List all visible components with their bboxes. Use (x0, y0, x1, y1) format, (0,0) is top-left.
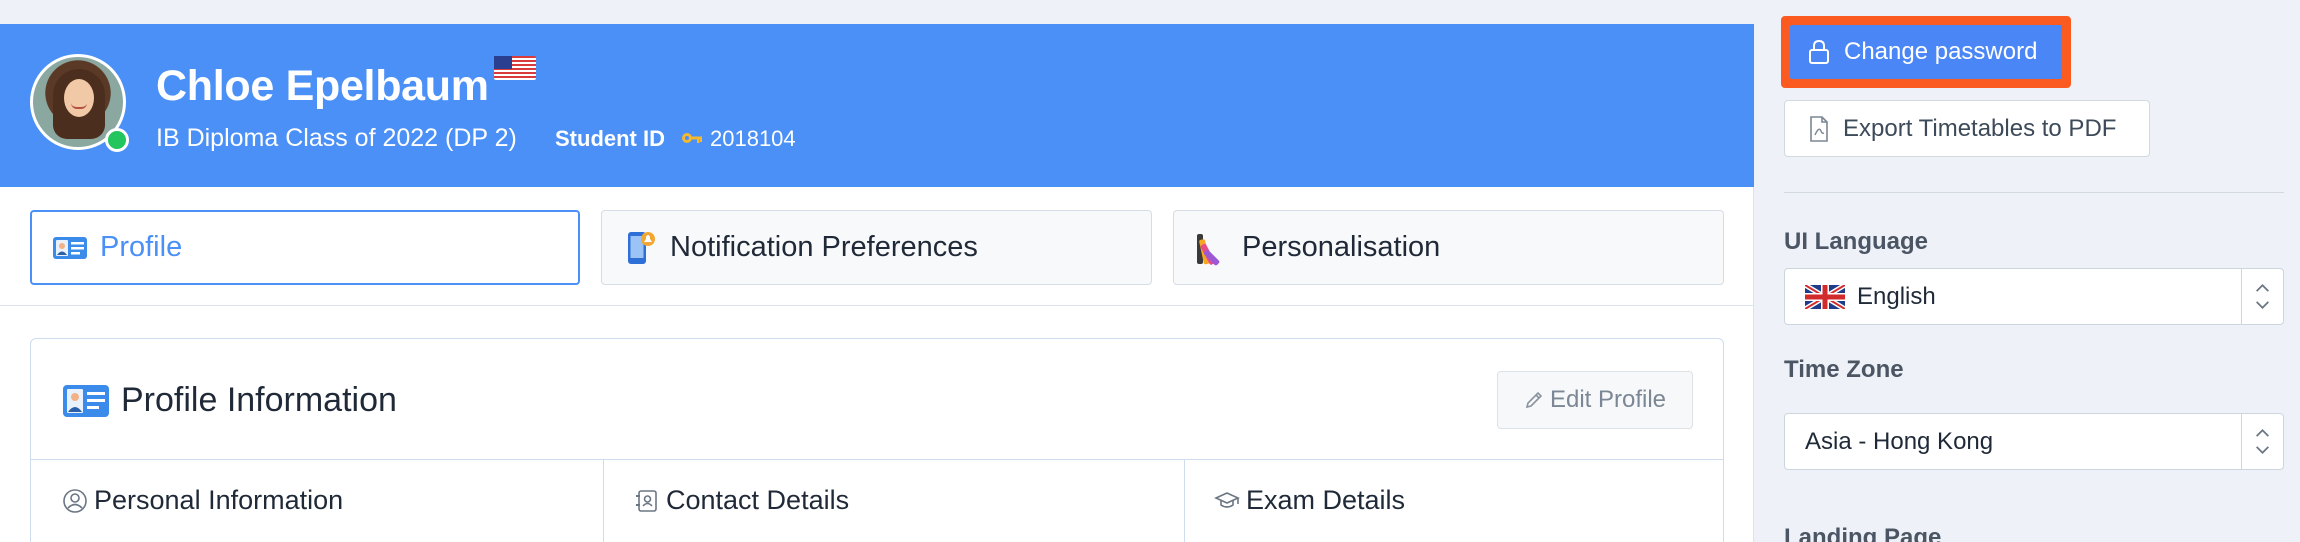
lock-icon (1809, 39, 1829, 64)
online-status-icon (105, 128, 129, 152)
ui-language-select[interactable]: English (1784, 268, 2284, 325)
export-timetables-button[interactable]: Export Timetables to PDF (1784, 100, 2150, 157)
us-flag-icon (494, 56, 536, 80)
section-contact-details[interactable]: Contact Details (634, 485, 849, 516)
profile-card-icon (63, 385, 109, 417)
class-line: IB Diploma Class of 2022 (DP 2) (156, 124, 517, 152)
time-zone-value: Asia - Hong Kong (1805, 427, 1994, 455)
graduation-cap-icon (1214, 491, 1240, 508)
time-zone-label: Time Zone (1784, 356, 1904, 383)
section-personal-information[interactable]: Personal Information (62, 485, 343, 516)
student-name: Chloe Epelbaum (156, 62, 489, 110)
tab-profile[interactable]: Profile (30, 210, 580, 285)
top-strip (0, 0, 1754, 24)
main-panel: Chloe Epelbaum IB Diploma Class of 2022 … (0, 0, 1754, 542)
tab-profile-label: Profile (100, 231, 183, 263)
address-book-icon (636, 489, 657, 512)
section-exam-details[interactable]: Exam Details (1214, 485, 1405, 516)
ui-language-value: English (1857, 282, 1936, 310)
phone-bell-icon (628, 231, 655, 264)
tab-personalisation-label: Personalisation (1242, 231, 1441, 263)
edit-profile-button[interactable]: Edit Profile (1497, 371, 1693, 429)
edit-profile-label: Edit Profile (1549, 386, 1667, 413)
profile-information-card: Profile Information Edit Profile Persona… (30, 338, 1724, 542)
change-password-label: Change password (1844, 38, 2038, 65)
section-personal-label: Personal Information (94, 485, 344, 515)
tab-personalisation[interactable]: Personalisation (1173, 210, 1724, 285)
tab-notification-preferences[interactable]: Notification Preferences (601, 210, 1152, 285)
student-header: Chloe Epelbaum IB Diploma Class of 2022 … (0, 24, 1754, 187)
tabs-divider (0, 305, 1754, 306)
landing-page-label: Landing Page (1784, 524, 1942, 542)
card-divider (31, 459, 1723, 460)
change-password-button[interactable]: Change password (1781, 16, 2071, 88)
column-separator (1184, 460, 1185, 542)
tab-notification-label: Notification Preferences (670, 231, 978, 263)
chevron-updown-icon (2241, 269, 2269, 324)
chevron-updown-icon (2241, 414, 2269, 469)
section-exam-label: Exam Details (1246, 485, 1406, 515)
user-circle-icon (63, 488, 87, 513)
sidebar-divider (1784, 192, 2284, 193)
uk-flag-icon (1805, 284, 1845, 309)
pdf-file-icon (1810, 115, 1828, 142)
column-separator (603, 460, 604, 542)
paint-palette-icon (1197, 233, 1220, 265)
student-id-label: Student ID (555, 126, 665, 151)
section-contact-label: Contact Details (666, 485, 850, 515)
pencil-icon (1525, 391, 1543, 409)
key-icon (682, 133, 702, 143)
time-zone-select[interactable]: Asia - Hong Kong (1784, 413, 2284, 470)
profile-information-title: Profile Information (121, 381, 397, 419)
student-id-value: 2018104 (710, 126, 796, 151)
ui-language-label: UI Language (1784, 228, 1929, 255)
export-timetables-label: Export Timetables to PDF (1843, 114, 2117, 142)
profile-card-icon (53, 236, 87, 259)
